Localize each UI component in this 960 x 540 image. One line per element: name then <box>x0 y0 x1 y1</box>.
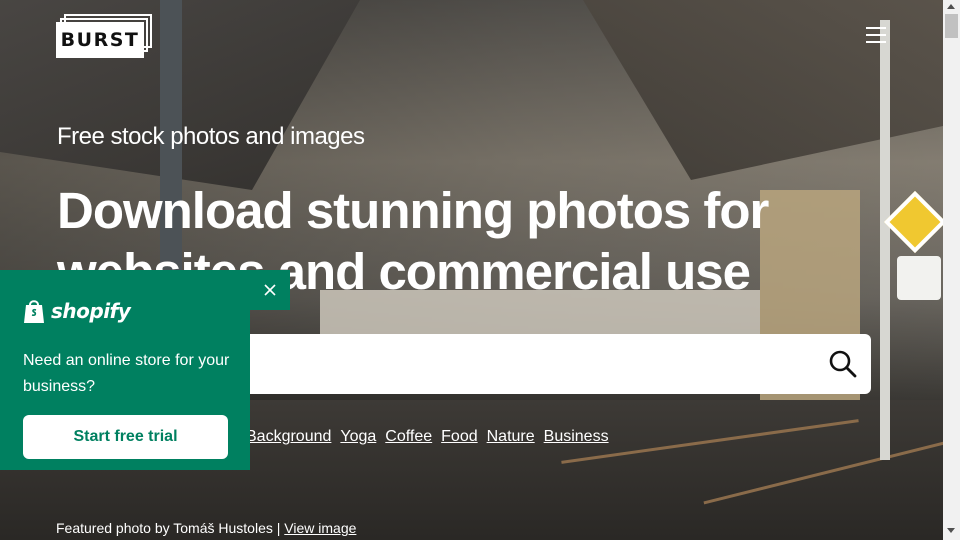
scroll-up-icon[interactable] <box>947 4 955 9</box>
close-icon[interactable] <box>262 282 278 298</box>
hero-eyebrow: Free stock photos and images <box>57 123 365 150</box>
burst-logo[interactable]: BURST <box>56 14 152 58</box>
popular-tags: Background Yoga Coffee Food Nature Busin… <box>246 428 618 446</box>
start-free-trial-button[interactable]: Start free trial <box>23 415 228 459</box>
tag-link[interactable]: Business <box>544 428 609 446</box>
tag-link[interactable]: Yoga <box>340 428 376 446</box>
photo-credit: Featured photo by Tomáš Hustoles | View … <box>56 520 356 536</box>
shopify-logo: shopify <box>23 298 131 324</box>
search-icon[interactable] <box>827 348 859 380</box>
scroll-down-icon[interactable] <box>947 528 955 533</box>
tag-link[interactable]: Nature <box>487 428 535 446</box>
credit-text: Featured photo by Tomáš Hustoles | <box>56 520 281 536</box>
shopify-wordmark: shopify <box>51 299 131 323</box>
tag-link[interactable]: Coffee <box>385 428 432 446</box>
scrollbar-thumb[interactable] <box>945 14 958 38</box>
promo-text: Need an online store for your business? <box>23 352 230 395</box>
logo-text: BURST <box>60 29 140 51</box>
hamburger-icon[interactable] <box>866 26 886 44</box>
shopify-bag-icon <box>24 300 44 323</box>
vertical-scrollbar[interactable] <box>943 0 960 540</box>
view-image-link[interactable]: View image <box>284 520 356 536</box>
tag-link[interactable]: Background <box>246 428 331 446</box>
tag-link[interactable]: Food <box>441 428 477 446</box>
